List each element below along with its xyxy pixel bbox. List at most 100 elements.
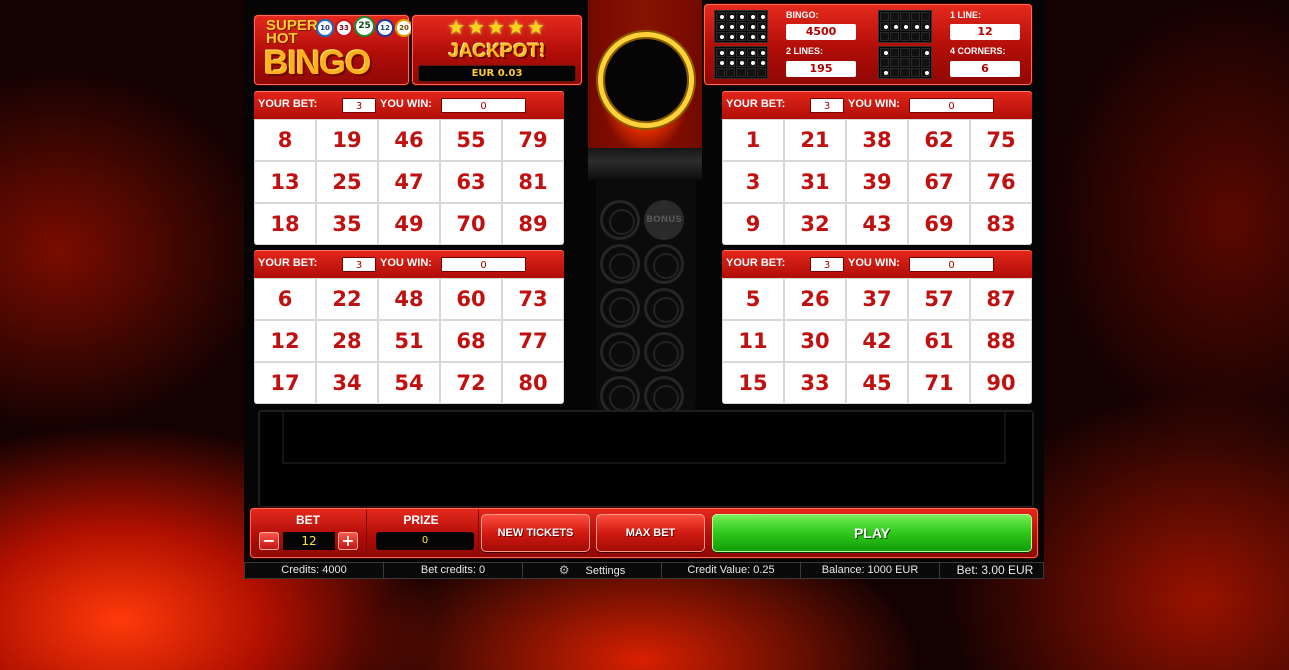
total-bet-status: Bet: 3.00 EUR <box>956 563 1034 577</box>
logo-bingo-text: BINGO <box>264 44 371 82</box>
card-number-cell: 55 <box>441 120 501 160</box>
one-line-pay-value: 12 <box>950 24 1020 40</box>
card-header: YOUR BET: 3 YOU WIN: 0 <box>254 91 564 119</box>
drawn-balls-column: BONUS <box>596 180 696 420</box>
card-number-cell: 39 <box>847 162 907 202</box>
card-number-cell: 26 <box>785 279 845 319</box>
tube-base <box>588 148 702 180</box>
pay-table: BINGO: 4500 2 LINES: 195 1 LINE: 12 4 CO… <box>704 4 1032 85</box>
gear-icon: ⚙ <box>558 563 570 577</box>
card-number-cell: 73 <box>503 279 563 319</box>
card-number-cell: 9 <box>723 204 783 244</box>
card-bet-label: YOUR BET: <box>726 257 786 269</box>
card-number-cell: 45 <box>847 363 907 403</box>
card-bet-label: YOUR BET: <box>726 98 786 110</box>
max-bet-button[interactable]: MAX BET <box>596 514 705 552</box>
card-bet-field: 3 <box>342 98 376 113</box>
card-number-cell: 48 <box>379 279 439 319</box>
card-number-cell: 88 <box>971 321 1031 361</box>
card-number-cell: 71 <box>909 363 969 403</box>
card-grid: 5 26 37 57 87 11 30 42 61 88 15 33 45 71 90 <box>722 278 1032 404</box>
card-number-cell: 34 <box>317 363 377 403</box>
jackpot-title: JACKPOT! <box>448 41 546 62</box>
card-win-label: YOU WIN: <box>848 98 900 110</box>
jackpot-value: EUR 0.03 <box>418 65 576 82</box>
card-number-cell: 75 <box>971 120 1031 160</box>
bet-increase-button[interactable]: + <box>338 532 358 550</box>
bet-decrease-button[interactable]: − <box>259 532 279 550</box>
card-number-cell: 81 <box>503 162 563 202</box>
card-number-cell: 49 <box>379 204 439 244</box>
card-win-field: 0 <box>441 257 526 272</box>
card-number-cell: 77 <box>503 321 563 361</box>
card-number-cell: 17 <box>255 363 315 403</box>
logo-ball: 33 <box>335 19 353 37</box>
card-number-cell: 30 <box>785 321 845 361</box>
card-number-cell: 67 <box>909 162 969 202</box>
card-header: YOUR BET: 3 YOU WIN: 0 <box>254 250 564 278</box>
bonus-slot: BONUS <box>644 200 684 240</box>
card-number-cell: 90 <box>971 363 1031 403</box>
card-grid: 6 22 48 60 73 12 28 51 68 77 17 34 54 72 80 <box>254 278 564 404</box>
card-number-cell: 43 <box>847 204 907 244</box>
card-number-cell: 18 <box>255 204 315 244</box>
card-number-cell: 37 <box>847 279 907 319</box>
card-bet-field: 3 <box>342 257 376 272</box>
card-number-cell: 76 <box>971 162 1031 202</box>
bingo-pattern-icon <box>714 10 768 43</box>
two-lines-pay-label: 2 LINES: <box>786 46 824 56</box>
card-number-cell: 61 <box>909 321 969 361</box>
card-number-cell: 42 <box>847 321 907 361</box>
logo-ball: 25 <box>354 16 375 37</box>
bet-credits-status: Bet credits: 0 <box>384 563 523 578</box>
card-number-cell: 19 <box>317 120 377 160</box>
card-grid: 8 19 46 55 79 13 25 47 63 81 18 35 49 70 89 <box>254 119 564 245</box>
game-logo: SUPER HOT 10 33 25 12 20 BINGO <box>254 15 413 85</box>
card-number-cell: 32 <box>785 204 845 244</box>
ball-slot <box>644 244 684 284</box>
ball-slot <box>644 288 684 328</box>
bingo-card: YOUR BET: 3 YOU WIN: 0 1 21 38 62 75 3 31 39 67 76 9 32… <box>722 91 1032 246</box>
credit-value-status: Credit Value: 0.25 <box>662 563 801 578</box>
four-corners-pay-value: 6 <box>950 61 1020 77</box>
card-number-cell: 6 <box>255 279 315 319</box>
card-number-cell: 60 <box>441 279 501 319</box>
bet-value: 12 <box>283 532 335 550</box>
settings-button[interactable]: ⚙ Settings <box>523 563 662 578</box>
divider <box>478 510 479 556</box>
card-number-cell: 83 <box>971 204 1031 244</box>
card-number-cell: 57 <box>909 279 969 319</box>
card-number-cell: 79 <box>503 120 563 160</box>
card-number-cell: 62 <box>909 120 969 160</box>
two-lines-pay-value: 195 <box>786 61 856 77</box>
ball-drop-tube <box>588 0 702 148</box>
card-number-cell: 12 <box>255 321 315 361</box>
play-button[interactable]: PLAY <box>712 514 1032 552</box>
game-area: SUPER HOT 10 33 25 12 20 BINGO ★★★★★ JAC… <box>244 0 1044 562</box>
card-number-cell: 70 <box>441 204 501 244</box>
card-number-cell: 72 <box>441 363 501 403</box>
message-stage-inner <box>282 412 1006 464</box>
message-stage <box>258 410 1034 508</box>
card-number-cell: 69 <box>909 204 969 244</box>
jackpot-panel: ★★★★★ JACKPOT! EUR 0.03 <box>412 15 582 85</box>
card-number-cell: 11 <box>723 321 783 361</box>
ball-slot <box>600 332 640 372</box>
settings-label: Settings <box>585 565 626 577</box>
prize-value: 0 <box>376 532 474 550</box>
logo-ball: 20 <box>395 19 413 37</box>
card-number-cell: 68 <box>441 321 501 361</box>
card-header: YOUR BET: 3 YOU WIN: 0 <box>722 250 1032 278</box>
status-bar: Credits: 4000 Bet credits: 0 ⚙ Settings C… <box>244 562 1044 579</box>
card-number-cell: 35 <box>317 204 377 244</box>
card-win-field: 0 <box>909 257 994 272</box>
card-number-cell: 87 <box>971 279 1031 319</box>
new-tickets-button[interactable]: NEW TICKETS <box>481 514 590 552</box>
card-win-field: 0 <box>441 98 526 113</box>
bingo-pay-label: BINGO: <box>786 10 819 20</box>
bet-label: BET <box>296 513 320 527</box>
one-line-pay-label: 1 LINE: <box>950 10 982 20</box>
card-number-cell: 21 <box>785 120 845 160</box>
card-win-label: YOU WIN: <box>380 98 432 110</box>
bingo-card: YOUR BET: 3 YOU WIN: 0 6 22 48 60 73 12 28 51 68 77 17… <box>254 250 564 405</box>
